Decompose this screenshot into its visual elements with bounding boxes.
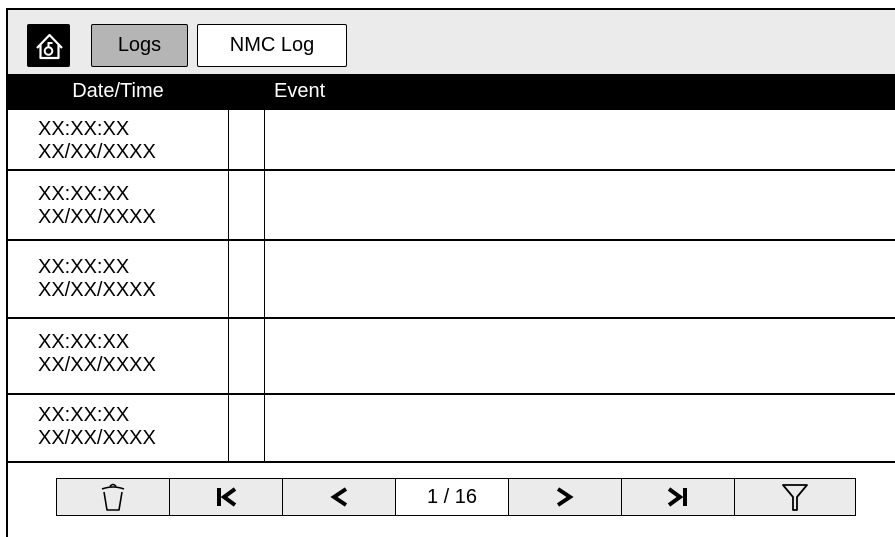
row-date: XX/XX/XXXX — [38, 279, 156, 301]
column-header-date-time: Date/Time — [72, 80, 164, 102]
row-date-time: XX:XX:XX XX/XX/XXXX — [38, 183, 156, 229]
row-date-time: XX:XX:XX XX/XX/XXXX — [38, 404, 156, 450]
row-time: XX:XX:XX — [38, 183, 130, 205]
row-date: XX/XX/XXXX — [38, 141, 156, 163]
column-divider — [228, 319, 229, 394]
column-divider — [228, 395, 229, 462]
row-time: XX:XX:XX — [38, 331, 130, 353]
column-divider — [228, 110, 229, 170]
column-header-event: Event — [274, 80, 326, 102]
column-divider — [264, 319, 265, 394]
row-time: XX:XX:XX — [38, 404, 130, 426]
row-date: XX/XX/XXXX — [38, 354, 156, 376]
column-divider — [228, 171, 229, 240]
column-divider — [264, 171, 265, 240]
row-time: XX:XX:XX — [38, 118, 130, 140]
next-page-button[interactable] — [509, 479, 622, 515]
filter-button[interactable] — [735, 479, 855, 515]
row-date: XX/XX/XXXX — [38, 206, 156, 228]
header-bar: Logs NMC Log — [8, 10, 895, 74]
row-time: XX:XX:XX — [38, 256, 130, 278]
table-row[interactable]: XX:XX:XX XX/XX/XXXX — [8, 395, 895, 463]
previous-page-button[interactable] — [283, 479, 396, 515]
column-divider — [228, 241, 229, 318]
tab-logs[interactable]: Logs — [91, 24, 188, 67]
row-divider — [8, 461, 895, 463]
home-button[interactable] — [27, 24, 70, 67]
table-row[interactable]: XX:XX:XX XX/XX/XXXX — [8, 110, 895, 171]
table-header: Date/Time Event — [8, 74, 895, 110]
table-row[interactable]: XX:XX:XX XX/XX/XXXX — [8, 319, 895, 395]
row-date-time: XX:XX:XX XX/XX/XXXX — [38, 256, 156, 302]
last-page-icon — [667, 487, 687, 507]
home-icon — [36, 33, 63, 60]
column-divider — [264, 241, 265, 318]
column-divider — [264, 395, 265, 462]
first-page-icon — [217, 487, 237, 507]
filter-icon — [782, 484, 808, 511]
first-page-button[interactable] — [170, 479, 283, 515]
table-row[interactable]: XX:XX:XX XX/XX/XXXX — [8, 241, 895, 319]
prev-page-icon — [330, 487, 348, 507]
page-indicator: 1 / 16 — [396, 479, 509, 515]
row-date: XX/XX/XXXX — [38, 427, 156, 449]
column-divider — [264, 110, 265, 170]
row-date-time: XX:XX:XX XX/XX/XXXX — [38, 118, 156, 164]
delete-log-button[interactable] — [57, 479, 170, 515]
tab-nmc-log[interactable]: NMC Log — [197, 24, 347, 67]
pagination-bar: 1 / 16 — [56, 478, 856, 516]
row-date-time: XX:XX:XX XX/XX/XXXX — [38, 331, 156, 377]
next-page-icon — [556, 487, 574, 507]
trash-icon — [101, 483, 125, 511]
table-row[interactable]: XX:XX:XX XX/XX/XXXX — [8, 171, 895, 241]
last-page-button[interactable] — [622, 479, 735, 515]
